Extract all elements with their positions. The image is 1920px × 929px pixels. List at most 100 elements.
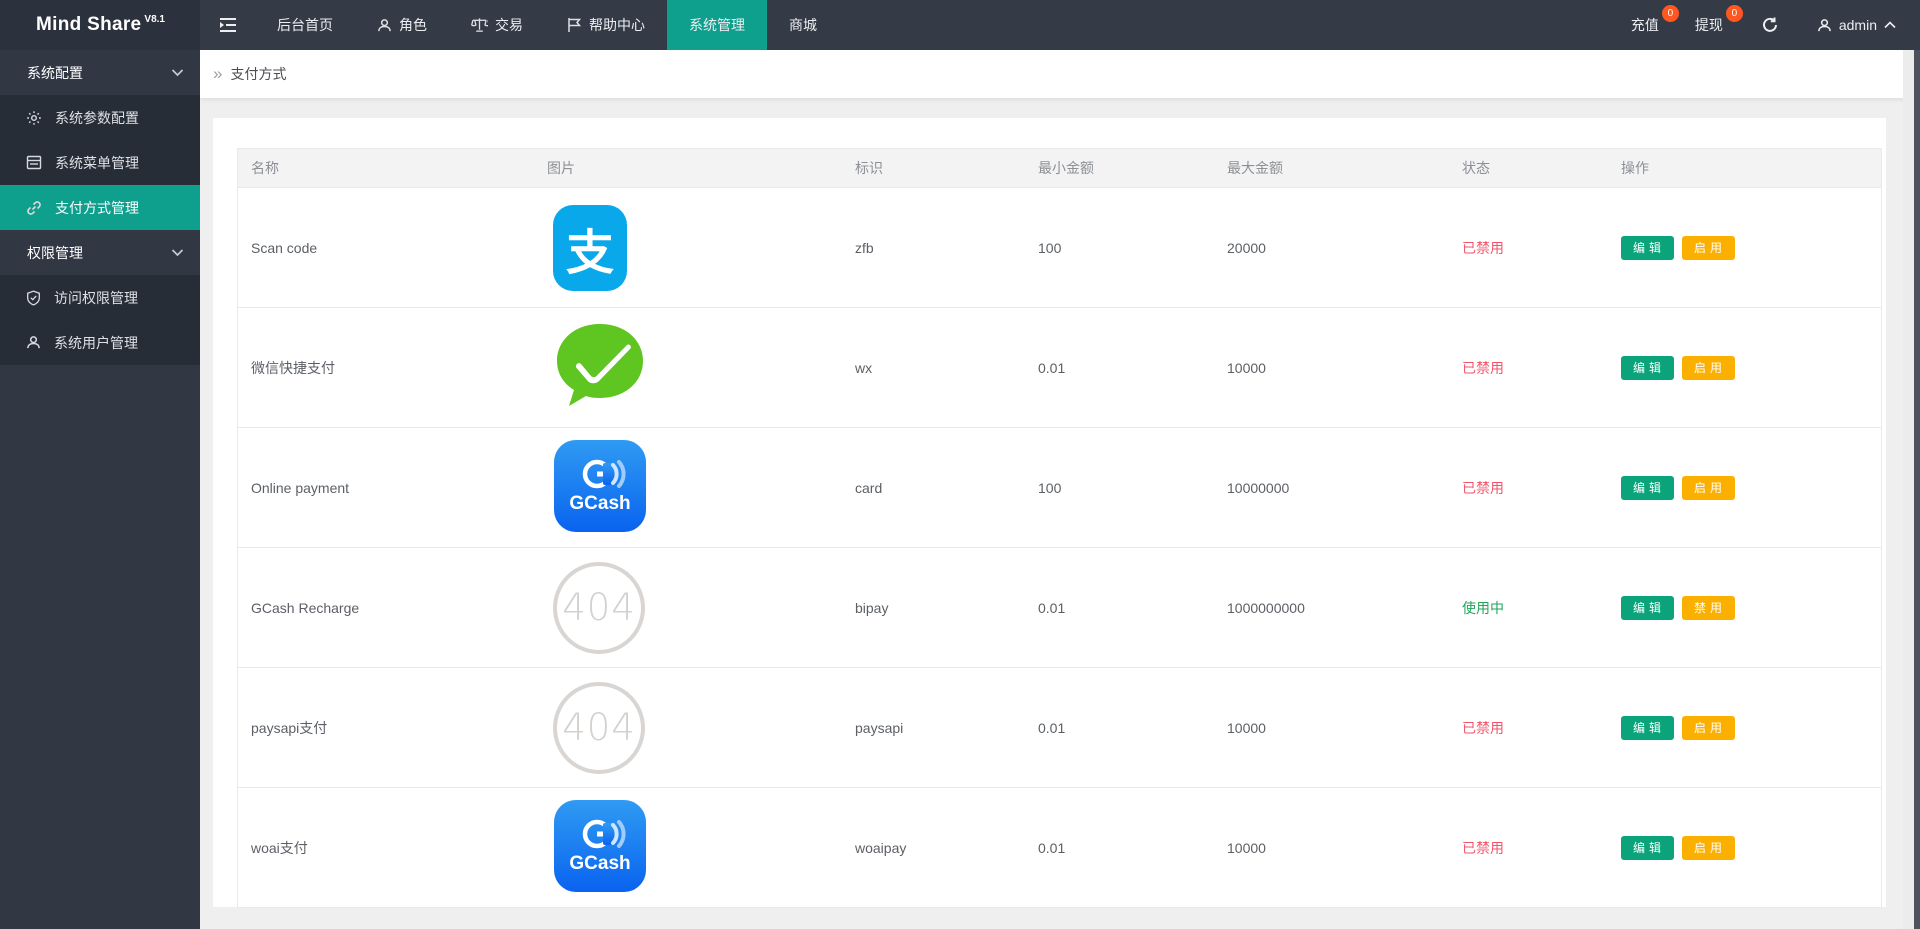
min-amount: 0.01 bbox=[1025, 840, 1214, 856]
topbar-nav-item-1[interactable]: 后台首页 bbox=[255, 0, 355, 50]
max-amount: 1000000000 bbox=[1214, 600, 1449, 616]
topbar-nav-item-2[interactable]: 角色 bbox=[355, 0, 449, 50]
vertical-scrollbar-thumb[interactable] bbox=[1914, 50, 1920, 929]
topbar-nav-label: 商城 bbox=[789, 15, 817, 35]
sidebar-item-label: 系统参数配置 bbox=[55, 108, 139, 128]
topbar-nav-label: 系统管理 bbox=[689, 15, 745, 35]
status-cell: 使用中 bbox=[1449, 598, 1608, 618]
table-header-row: 名称图片标识最小金额最大金额状态操作 bbox=[238, 149, 1881, 188]
username: admin bbox=[1839, 17, 1877, 33]
recharge-button[interactable]: 充值 0 bbox=[1613, 0, 1677, 50]
min-amount: 100 bbox=[1025, 240, 1214, 256]
gear-icon bbox=[26, 110, 42, 126]
payment-code: card bbox=[842, 480, 1025, 496]
app-logo: Mind Share V8.1 bbox=[0, 0, 200, 50]
edit-button[interactable]: 编辑 bbox=[1621, 836, 1674, 860]
toggle-status-button[interactable]: 启用 bbox=[1682, 476, 1735, 500]
payment-name: GCash Recharge bbox=[238, 600, 534, 616]
payment-image-cell: GCash bbox=[534, 799, 842, 896]
image-404-placeholder: 404 bbox=[553, 562, 842, 654]
flag-icon bbox=[567, 17, 582, 33]
min-amount: 100 bbox=[1025, 480, 1214, 496]
edit-button[interactable]: 编辑 bbox=[1621, 716, 1674, 740]
sidebar-group-label: 权限管理 bbox=[27, 243, 171, 263]
payment-image-cell: 404 bbox=[534, 682, 842, 774]
edit-button[interactable]: 编辑 bbox=[1621, 236, 1674, 260]
table-row: 微信快捷支付 wx0.0110000 已禁用 编辑启用 bbox=[238, 308, 1881, 428]
sidebar-group-label: 系统配置 bbox=[27, 63, 171, 83]
topbar-nav-item-3[interactable]: 交易 bbox=[449, 0, 545, 50]
topbar-nav-label: 后台首页 bbox=[277, 15, 333, 35]
payment-code: wx bbox=[842, 360, 1025, 376]
edit-button[interactable]: 编辑 bbox=[1621, 476, 1674, 500]
payment-name: 微信快捷支付 bbox=[238, 358, 534, 378]
wechat-pay-logo bbox=[553, 320, 842, 415]
chevron-down-icon bbox=[171, 68, 184, 77]
content-card: 名称图片标识最小金额最大金额状态操作 Scan code支zfb10020000… bbox=[213, 118, 1886, 907]
actions-cell: 编辑启用 bbox=[1608, 356, 1881, 380]
payment-image-cell: 404 bbox=[534, 562, 842, 654]
payment-methods-table: 名称图片标识最小金额最大金额状态操作 Scan code支zfb10020000… bbox=[237, 148, 1882, 908]
max-amount: 20000 bbox=[1214, 240, 1449, 256]
status-cell: 已禁用 bbox=[1449, 718, 1608, 738]
table-row: Scan code支zfb10020000已禁用编辑启用 bbox=[238, 188, 1881, 308]
app-logo-text: Mind Share bbox=[36, 14, 141, 36]
sidebar-item-2-2[interactable]: 系统用户管理 bbox=[0, 320, 200, 365]
user-icon bbox=[377, 18, 392, 33]
max-amount: 10000 bbox=[1214, 360, 1449, 376]
sidebar-group-2[interactable]: 权限管理 bbox=[0, 230, 200, 275]
column-header-6: 状态 bbox=[1449, 158, 1608, 178]
sidebar: 系统配置系统参数配置系统菜单管理支付方式管理权限管理访问权限管理系统用户管理 bbox=[0, 50, 200, 929]
status-cell: 已禁用 bbox=[1449, 238, 1608, 258]
vertical-scrollbar bbox=[1903, 50, 1920, 929]
user-icon bbox=[1817, 18, 1832, 33]
min-amount: 0.01 bbox=[1025, 600, 1214, 616]
status-badge: 已禁用 bbox=[1462, 360, 1504, 376]
column-header-4: 最小金额 bbox=[1025, 158, 1214, 178]
sidebar-item-label: 支付方式管理 bbox=[55, 198, 139, 218]
payment-code: zfb bbox=[842, 240, 1025, 256]
status-cell: 已禁用 bbox=[1449, 478, 1608, 498]
sidebar-item-1-3[interactable]: 支付方式管理 bbox=[0, 185, 200, 230]
scales-icon bbox=[471, 17, 488, 33]
toggle-status-button[interactable]: 启用 bbox=[1682, 716, 1735, 740]
user-menu[interactable]: admin bbox=[1799, 0, 1906, 50]
withdraw-button[interactable]: 提现 0 bbox=[1677, 0, 1741, 50]
edit-button[interactable]: 编辑 bbox=[1621, 596, 1674, 620]
toggle-status-button[interactable]: 禁用 bbox=[1682, 596, 1735, 620]
link-icon bbox=[26, 200, 42, 216]
min-amount: 0.01 bbox=[1025, 360, 1214, 376]
payment-image-cell bbox=[534, 320, 842, 415]
toggle-status-button[interactable]: 启用 bbox=[1682, 836, 1735, 860]
column-header-2: 图片 bbox=[534, 158, 842, 178]
payment-code: bipay bbox=[842, 600, 1025, 616]
edit-button[interactable]: 编辑 bbox=[1621, 356, 1674, 380]
breadcrumb: » 支付方式 bbox=[200, 50, 1920, 98]
sidebar-group-1[interactable]: 系统配置 bbox=[0, 50, 200, 95]
payment-image-cell: GCash bbox=[534, 439, 842, 536]
status-badge: 已禁用 bbox=[1462, 840, 1504, 856]
topbar-nav-item-6[interactable]: 商城 bbox=[767, 0, 839, 50]
actions-cell: 编辑启用 bbox=[1608, 836, 1881, 860]
topbar-nav-label: 角色 bbox=[399, 15, 427, 35]
withdraw-badge: 0 bbox=[1726, 5, 1743, 22]
collapse-menu-icon[interactable] bbox=[200, 0, 255, 50]
payment-image-cell: 支 bbox=[534, 205, 842, 291]
sidebar-item-2-1[interactable]: 访问权限管理 bbox=[0, 275, 200, 320]
column-header-7: 操作 bbox=[1608, 158, 1881, 178]
refresh-icon[interactable] bbox=[1741, 0, 1799, 50]
topbar-nav-item-4[interactable]: 帮助中心 bbox=[545, 0, 667, 50]
sidebar-item-label: 系统用户管理 bbox=[54, 333, 138, 353]
sidebar-item-1-2[interactable]: 系统菜单管理 bbox=[0, 140, 200, 185]
toggle-status-button[interactable]: 启用 bbox=[1682, 356, 1735, 380]
payment-code: woaipay bbox=[842, 840, 1025, 856]
topbar: Mind Share V8.1 后台首页 角色 交易帮助中心 系统管理 商城 充值 0 … bbox=[0, 0, 1920, 50]
topbar-nav-item-5[interactable]: 系统管理 bbox=[667, 0, 767, 50]
toggle-status-button[interactable]: 启用 bbox=[1682, 236, 1735, 260]
sidebar-item-1-1[interactable]: 系统参数配置 bbox=[0, 95, 200, 140]
column-header-1: 名称 bbox=[238, 158, 534, 178]
payment-name: Scan code bbox=[238, 240, 534, 256]
status-cell: 已禁用 bbox=[1449, 358, 1608, 378]
topbar-right: 充值 0 提现 0 admin bbox=[1613, 0, 1920, 50]
chevron-up-icon bbox=[1884, 21, 1896, 29]
